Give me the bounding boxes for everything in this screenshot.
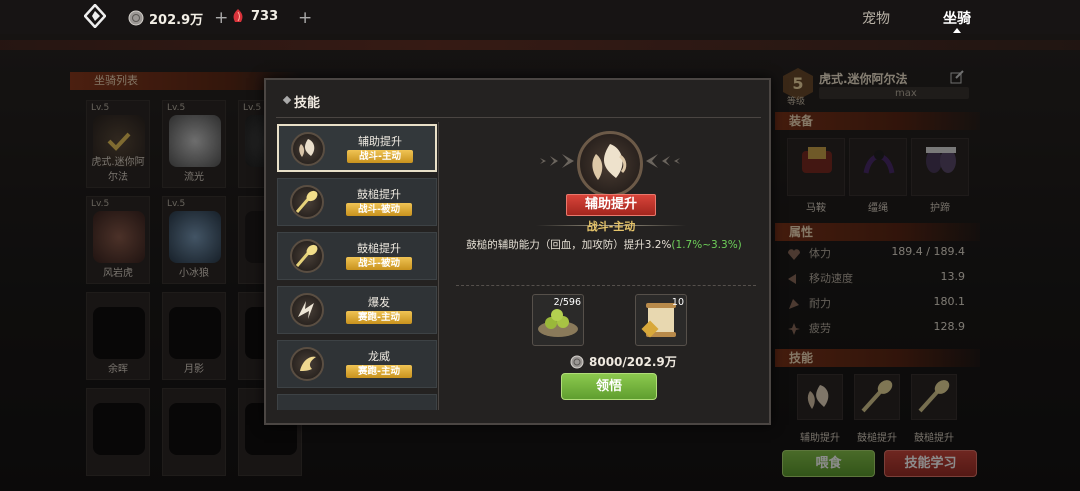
dashed-divider bbox=[456, 285, 756, 286]
detail-skill-tag: 战斗-主动 bbox=[586, 220, 636, 233]
cost-value: 8000/202.9万 bbox=[589, 355, 677, 369]
add-gem-icon[interactable]: + bbox=[298, 8, 312, 28]
modal-title: 技能 bbox=[294, 96, 321, 111]
tab-mounts[interactable]: 坐骑 bbox=[943, 8, 971, 28]
skill-tag: 战斗-主动 bbox=[347, 150, 413, 163]
desc-text: 鼓槌的辅助能力（回血，加攻防）提升3.2% bbox=[466, 239, 672, 251]
add-silver-icon[interactable]: + bbox=[214, 8, 228, 28]
cost-display: 8000/202.9万 bbox=[570, 353, 677, 370]
skill-modal: 技能 辅助提升 战斗-主动 鼓槌提升 战斗-被动 鼓槌提升 战斗-被动 爆发 赛… bbox=[264, 78, 771, 425]
detail-skill-name: 辅助提升 bbox=[566, 194, 656, 216]
skill-item[interactable]: 鼓槌提升 战斗-被动 bbox=[277, 178, 437, 226]
skill-name: 辅助提升 bbox=[358, 135, 402, 148]
active-tab-indicator bbox=[953, 28, 961, 33]
skill-name: 龙威 bbox=[368, 350, 390, 363]
support-boost-icon bbox=[592, 144, 627, 180]
skill-item[interactable]: 龙威 赛跑-主动 bbox=[277, 340, 437, 388]
ornament-left-icon bbox=[540, 154, 574, 168]
tab-pets[interactable]: 宠物 bbox=[862, 8, 890, 28]
top-bar: 202.9万 + 733 + 宠物 坐骑 bbox=[0, 0, 1080, 34]
skill-tag: 战斗-被动 bbox=[346, 257, 412, 270]
material-slot[interactable]: 10 bbox=[635, 294, 687, 346]
material-count: 2/596 bbox=[553, 297, 581, 308]
material-slot[interactable]: 2/596 bbox=[532, 294, 584, 346]
skill-name: 爆发 bbox=[368, 296, 390, 309]
selected-skill-icon bbox=[577, 131, 643, 197]
silver-coin-icon bbox=[128, 10, 144, 26]
support-boost-icon bbox=[291, 132, 325, 166]
skill-item-selected[interactable]: 辅助提升 战斗-主动 bbox=[277, 124, 437, 172]
burst-icon bbox=[290, 293, 324, 327]
drumstick-boost-icon bbox=[290, 185, 324, 219]
skill-name: 鼓槌提升 bbox=[357, 188, 401, 201]
skill-tag: 战斗-被动 bbox=[346, 203, 412, 216]
skill-item[interactable] bbox=[277, 394, 437, 410]
gem-currency: 733 bbox=[230, 8, 278, 24]
menu-logo-icon[interactable] bbox=[84, 4, 106, 28]
desc-range: (1.7%~3.3%) bbox=[671, 239, 742, 251]
skill-item[interactable]: 鼓槌提升 战斗-被动 bbox=[277, 232, 437, 280]
material-count: 10 bbox=[671, 297, 684, 308]
dragon-might-icon bbox=[290, 347, 324, 381]
silver-amount: 202.9万 bbox=[149, 12, 204, 28]
drumstick-boost-icon bbox=[290, 239, 324, 273]
skill-item[interactable]: 爆发 赛跑-主动 bbox=[277, 286, 437, 334]
title-diamond-icon bbox=[282, 95, 292, 105]
skill-tag: 赛跑-主动 bbox=[346, 311, 412, 324]
gem-amount: 733 bbox=[251, 8, 279, 24]
skill-description: 鼓槌的辅助能力（回血，加攻防）提升3.2%(1.7%~3.3%) bbox=[454, 237, 754, 252]
title-divider bbox=[276, 117, 761, 118]
red-gem-icon bbox=[233, 9, 243, 22]
comprehend-button[interactable]: 领悟 bbox=[561, 373, 657, 400]
skill-list[interactable]: 辅助提升 战斗-主动 鼓槌提升 战斗-被动 鼓槌提升 战斗-被动 爆发 赛跑-主… bbox=[276, 122, 439, 410]
silver-coin-icon bbox=[570, 355, 584, 368]
silver-currency: 202.9万 + bbox=[128, 8, 228, 28]
ornament-right-icon bbox=[646, 154, 680, 168]
skill-tag: 赛跑-主动 bbox=[346, 365, 412, 378]
skill-name: 鼓槌提升 bbox=[357, 242, 401, 255]
